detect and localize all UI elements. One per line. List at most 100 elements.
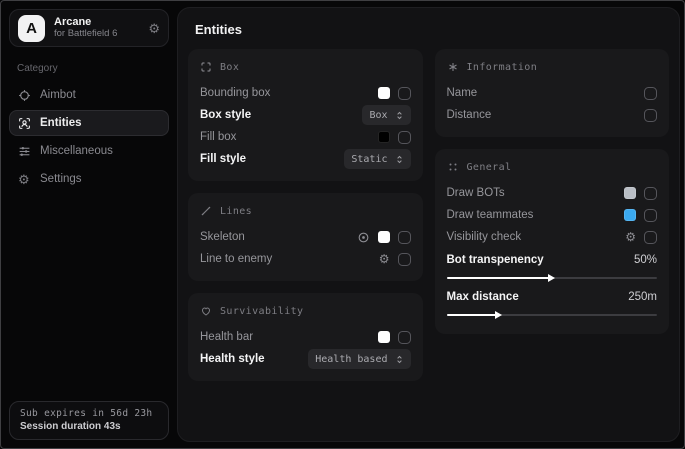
setting-row-draw-teammates: Draw teammates [447, 204, 658, 226]
max-distance-slider[interactable] [447, 314, 658, 316]
setting-label: Name [447, 87, 478, 99]
sidebar-item-entities[interactable]: Entities [9, 110, 169, 136]
color-swatch[interactable] [624, 187, 636, 199]
setting-label: Draw teammates [447, 209, 534, 221]
card-title: Information [467, 62, 538, 73]
setting-row-draw-bots: Draw BOTs [447, 182, 658, 204]
main-panel: Entities Box Bounding box [177, 7, 680, 442]
card-title: Box [220, 62, 239, 73]
target-icon[interactable] [357, 231, 370, 244]
slider-label-row: Max distance 250m [447, 286, 658, 308]
setting-row-name: Name [447, 82, 658, 104]
slider-thumb[interactable] [495, 311, 502, 319]
sidebar-item-aimbot[interactable]: Aimbot [9, 82, 169, 108]
setting-row-visibility-check: Visibility check ⚙ [447, 226, 658, 248]
checkbox[interactable] [644, 231, 657, 244]
survivability-card: Survivability Health bar Health style He… [188, 293, 423, 381]
checkbox[interactable] [644, 209, 657, 222]
app-logo: A [18, 15, 45, 42]
setting-label: Max distance [447, 291, 519, 303]
sidebar-item-miscellaneous[interactable]: Miscellaneous [9, 138, 169, 164]
box-card-header: Box [200, 61, 411, 73]
crosshair-icon [18, 89, 31, 102]
checkbox[interactable] [644, 109, 657, 122]
lines-card: Lines Skeleton Line to enemy ⚙ [188, 193, 423, 281]
sidebar-item-label: Settings [40, 173, 82, 185]
info-icon [447, 61, 459, 73]
card-title: General [467, 162, 512, 173]
general-card-header: General [447, 161, 658, 173]
information-card-header: Information [447, 61, 658, 73]
lines-card-header: Lines [200, 205, 411, 217]
chevron-up-down-icon [395, 154, 404, 165]
page-title: Entities [195, 22, 669, 37]
checkbox[interactable] [398, 131, 411, 144]
setting-row-fill-style: Fill style Static [200, 148, 411, 170]
color-swatch[interactable] [624, 209, 636, 221]
checkbox[interactable] [398, 253, 411, 266]
checkbox[interactable] [398, 231, 411, 244]
gear-icon: ⚙ [18, 173, 31, 186]
sliders-icon [18, 145, 31, 158]
category-label: Category [17, 63, 169, 74]
left-column: Box Bounding box Box style Box [188, 49, 423, 381]
gear-icon[interactable]: ⚙ [625, 231, 636, 243]
subscription-box: Sub expires in 56d 23h Session duration … [9, 401, 169, 440]
setting-label: Visibility check [447, 231, 522, 243]
app-meta: Arcane for Battlefield 6 [54, 16, 139, 40]
slider-value: 50% [634, 254, 657, 266]
setting-row-box-style: Box style Box [200, 104, 411, 126]
app-header-card: A Arcane for Battlefield 6 ⚙ [9, 9, 169, 47]
box-style-dropdown[interactable]: Box [362, 105, 410, 125]
setting-label: Fill style [200, 153, 246, 165]
chevron-up-down-icon [395, 354, 404, 365]
diagonal-line-icon [200, 205, 212, 217]
setting-label: Bounding box [200, 87, 270, 99]
app-name: Arcane [54, 16, 139, 29]
sidebar-item-settings[interactable]: ⚙ Settings [9, 166, 169, 192]
setting-label: Skeleton [200, 231, 245, 243]
dropdown-value: Box [369, 110, 387, 121]
card-title: Lines [220, 206, 252, 217]
setting-row-health-bar: Health bar [200, 326, 411, 348]
slider-value: 250m [628, 291, 657, 303]
survivability-card-header: Survivability [200, 305, 411, 317]
setting-label: Bot transpenency [447, 254, 544, 266]
slider-fill [447, 277, 552, 279]
setting-label: Box style [200, 109, 251, 121]
color-swatch[interactable] [378, 87, 390, 99]
color-swatch[interactable] [378, 131, 390, 143]
card-title: Survivability [220, 306, 303, 317]
setting-row-health-style: Health style Health based [200, 348, 411, 370]
sidebar-item-label: Entities [40, 117, 82, 129]
gear-icon[interactable]: ⚙ [148, 22, 160, 35]
checkbox[interactable] [398, 87, 411, 100]
sidebar-item-label: Aimbot [40, 89, 76, 101]
slider-thumb[interactable] [548, 274, 555, 282]
box-card: Box Bounding box Box style Box [188, 49, 423, 181]
bot-transparency-slider[interactable] [447, 277, 658, 279]
max-distance-slider-block: Max distance 250m [447, 286, 658, 316]
setting-row-line-to-enemy: Line to enemy ⚙ [200, 248, 411, 270]
bot-transparency-slider-block: Bot transpenency 50% [447, 249, 658, 279]
health-style-dropdown[interactable]: Health based [308, 349, 410, 369]
sidebar: A Arcane for Battlefield 6 ⚙ Category Ai… [1, 1, 177, 448]
checkbox[interactable] [398, 331, 411, 344]
checkbox[interactable] [644, 187, 657, 200]
gear-icon[interactable]: ⚙ [379, 253, 390, 265]
checkbox[interactable] [644, 87, 657, 100]
sidebar-item-label: Miscellaneous [40, 145, 113, 157]
dropdown-value: Static [351, 154, 387, 165]
setting-label: Distance [447, 109, 492, 121]
color-swatch[interactable] [378, 231, 390, 243]
entities-icon [18, 117, 31, 130]
heart-icon [200, 305, 212, 317]
color-swatch[interactable] [378, 331, 390, 343]
box-corners-icon [200, 61, 212, 73]
setting-label: Line to enemy [200, 253, 272, 265]
sub-expiry-text: Sub expires in 56d 23h [20, 408, 158, 419]
fill-style-dropdown[interactable]: Static [344, 149, 410, 169]
general-card: General Draw BOTs Draw teammates [435, 149, 670, 334]
slider-label-row: Bot transpenency 50% [447, 249, 658, 271]
setting-label: Health style [200, 353, 265, 365]
